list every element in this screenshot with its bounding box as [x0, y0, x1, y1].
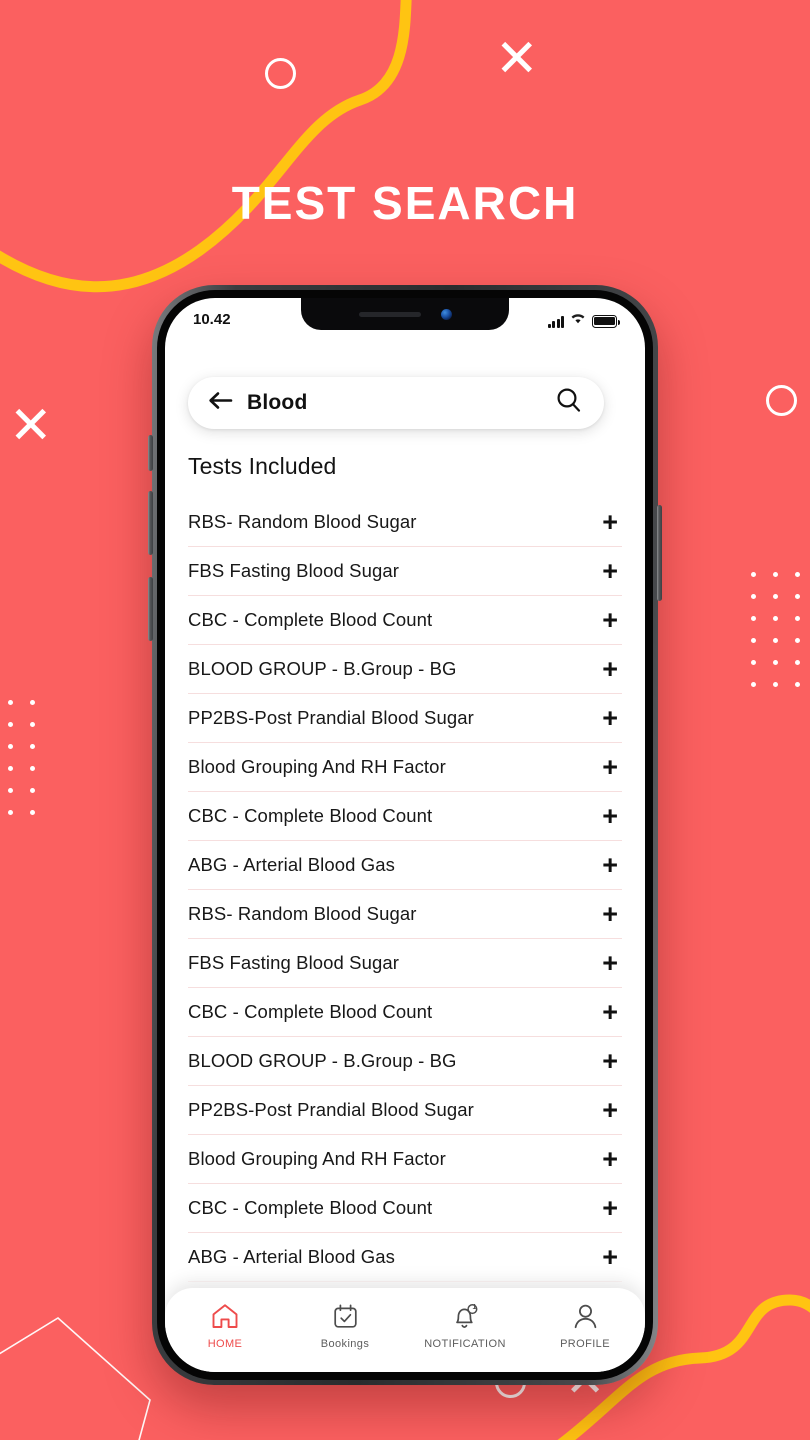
add-test-button[interactable]: + [602, 1194, 622, 1222]
nav-label-bookings: Bookings [320, 1338, 370, 1350]
test-name: RBS- Random Blood Sugar [188, 511, 417, 532]
test-list-item[interactable]: RBS- Random Blood Sugar + [188, 498, 622, 547]
decorative-dot-grid [8, 700, 52, 832]
phone-mockup: 10.42 Blood Tests Included RBS- Random B… [148, 285, 662, 1385]
earpiece-speaker [358, 311, 421, 317]
app-promo-stage: ✕ ✕ ✕ TEST SEARCH 10.42 [0, 0, 810, 1440]
test-list-item[interactable]: FBS Fasting Blood Sugar + [188, 547, 622, 596]
section-title: Tests Included [188, 453, 337, 479]
nav-item-home[interactable]: HOME [165, 1302, 285, 1350]
add-test-button[interactable]: + [602, 557, 622, 585]
calendar-check-icon [332, 1302, 359, 1331]
test-name: BLOOD GROUP - B.Group - BG [188, 658, 457, 679]
test-list-item[interactable]: FBS Fasting Blood Sugar + [188, 939, 622, 988]
signal-bars-icon [547, 315, 564, 328]
add-test-button[interactable]: + [602, 753, 622, 781]
add-test-button[interactable]: + [602, 655, 622, 683]
notification-badge-count: 1 [472, 1302, 477, 1311]
add-test-button[interactable]: + [602, 704, 622, 732]
phone-notch [301, 298, 509, 330]
page-title: TEST SEARCH [231, 177, 579, 229]
decorative-circle-icon [766, 385, 797, 416]
bottom-navigation-bar: HOME Bookings 1 NOTIFICATION PROFILE [165, 1288, 645, 1372]
add-test-button[interactable]: + [602, 508, 622, 536]
test-name: FBS Fasting Blood Sugar [188, 560, 400, 581]
user-icon [572, 1302, 599, 1331]
add-test-button[interactable]: + [602, 998, 622, 1026]
search-bar[interactable]: Blood [188, 377, 604, 429]
nav-item-notification[interactable]: 1 NOTIFICATION [405, 1302, 525, 1350]
test-list-item[interactable]: CBC - Complete Blood Count + [188, 988, 622, 1037]
test-list-item[interactable]: Blood Grouping And RH Factor + [188, 743, 622, 792]
home-icon [211, 1302, 239, 1331]
wifi-icon [570, 311, 586, 328]
test-list-item[interactable]: PP2BS-Post Prandial Blood Sugar + [188, 1086, 622, 1135]
phone-volume-down-button [148, 577, 153, 641]
add-test-button[interactable]: + [602, 606, 622, 634]
status-bar-time: 10.42 [193, 310, 231, 328]
battery-icon [592, 315, 620, 328]
nav-label-home: HOME [207, 1338, 243, 1350]
test-list-item[interactable]: ABG - Arterial Blood Gas + [188, 841, 622, 890]
decorative-x-icon: ✕ [9, 397, 53, 455]
add-test-button[interactable]: + [602, 1243, 622, 1271]
nav-label-notification: NOTIFICATION [424, 1338, 506, 1350]
test-name: Blood Grouping And RH Factor [188, 756, 446, 777]
search-icon[interactable] [555, 387, 582, 419]
nav-label-profile: PROFILE [560, 1338, 610, 1350]
test-list-item[interactable]: BLOOD GROUP - B.Group - BG + [188, 1037, 622, 1086]
decorative-circle-icon [265, 58, 296, 89]
test-name: ABG - Arterial Blood Gas [188, 854, 396, 875]
test-name: Blood Grouping And RH Factor [188, 1148, 446, 1169]
arrow-left-icon[interactable] [208, 391, 233, 415]
add-test-button[interactable]: + [602, 900, 622, 928]
test-list-item[interactable]: CBC - Complete Blood Count + [188, 792, 622, 841]
test-name: CBC - Complete Blood Count [188, 609, 433, 630]
add-test-button[interactable]: + [602, 949, 622, 977]
phone-mute-switch [148, 435, 153, 471]
test-name: PP2BS-Post Prandial Blood Sugar [188, 707, 474, 728]
phone-volume-up-button [148, 491, 153, 555]
test-list-item[interactable]: ABG - Arterial Blood Gas + [188, 1233, 622, 1282]
test-name: FBS Fasting Blood Sugar [188, 952, 400, 973]
tests-included-list: RBS- Random Blood Sugar + FBS Fasting Bloo… [188, 498, 622, 1282]
add-test-button[interactable]: + [602, 1096, 622, 1124]
nav-item-profile[interactable]: PROFILE [525, 1302, 645, 1350]
test-name: CBC - Complete Blood Count [188, 1001, 433, 1022]
phone-bezel: 10.42 Blood Tests Included RBS- Random B… [157, 290, 653, 1380]
nav-item-bookings[interactable]: Bookings [285, 1302, 405, 1350]
test-list-item[interactable]: Blood Grouping And RH Factor + [188, 1135, 622, 1184]
bell-icon: 1 [451, 1302, 479, 1331]
test-name: RBS- Random Blood Sugar [188, 903, 417, 924]
phone-power-button [657, 505, 662, 601]
test-list-item[interactable]: CBC - Complete Blood Count + [188, 596, 622, 645]
test-name: CBC - Complete Blood Count [188, 805, 433, 826]
test-list-item[interactable]: BLOOD GROUP - B.Group - BG + [188, 645, 622, 694]
decorative-dot-grid [751, 572, 810, 704]
test-name: CBC - Complete Blood Count [188, 1197, 433, 1218]
add-test-button[interactable]: + [602, 1145, 622, 1173]
test-list-item[interactable]: RBS- Random Blood Sugar + [188, 890, 622, 939]
test-name: PP2BS-Post Prandial Blood Sugar [188, 1099, 474, 1120]
add-test-button[interactable]: + [602, 851, 622, 879]
test-list-item[interactable]: CBC - Complete Blood Count + [188, 1184, 622, 1233]
front-camera-icon [440, 308, 452, 320]
decorative-x-icon: ✕ [495, 30, 539, 88]
content-area: Tests Included RBS- Random Blood Sugar + F… [165, 440, 645, 1372]
search-input[interactable]: Blood [247, 391, 541, 415]
add-test-button[interactable]: + [602, 1047, 622, 1075]
test-list-item[interactable]: PP2BS-Post Prandial Blood Sugar + [188, 694, 622, 743]
test-name: BLOOD GROUP - B.Group - BG [188, 1050, 457, 1071]
test-name: ABG - Arterial Blood Gas [188, 1246, 396, 1267]
add-test-button[interactable]: + [602, 802, 622, 830]
phone-screen: 10.42 Blood Tests Included RBS- Random B… [165, 298, 645, 1372]
